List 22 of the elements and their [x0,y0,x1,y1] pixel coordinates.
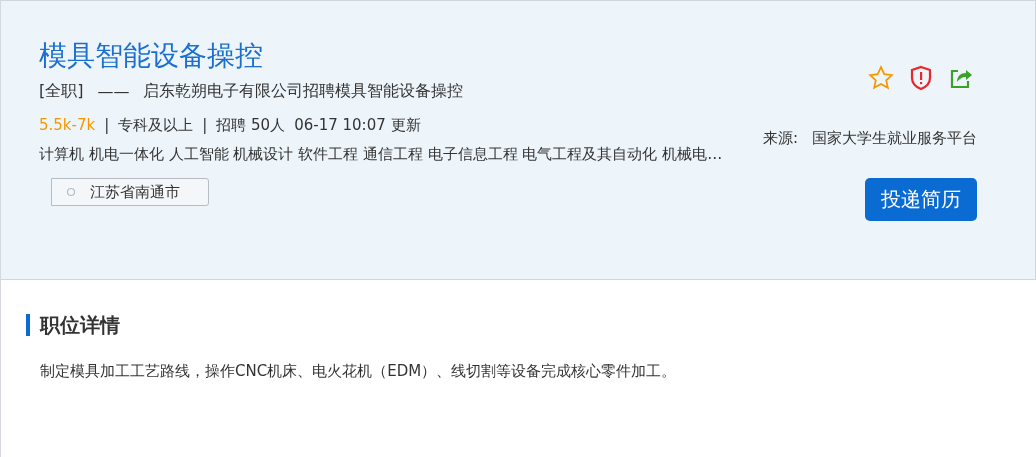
hole-icon [66,187,76,197]
favorite-button[interactable] [868,65,894,91]
section-heading: 职位详情 [26,314,1011,336]
meta-text: 06-17 10:07 更新 [294,116,421,135]
majors-text: 计算机 机电一体化 人工智能 机械设计 软件工程 通信工程 电子信息工程 电气工程及其自动化 机械电… [39,145,723,164]
source-label: 来源: [762,129,798,148]
report-button[interactable] [908,65,934,91]
source-text: 国家大学生就业服务平台 [812,129,977,148]
employment-type: [全职] [39,81,84,102]
shield-alert-icon [909,65,933,91]
job-headline: 启东乾朔电子有限公司招聘模具智能设备操控 [143,81,464,102]
salary-text: 5.5k-7k [39,116,96,135]
separator: | [202,116,208,135]
dash-separator: —— [97,82,130,101]
apply-button[interactable]: 投递简历 [865,178,977,221]
meta-text: 专科及以上 [118,116,194,135]
meta-text: 招聘 50人 [216,116,286,135]
star-icon [868,65,894,91]
job-description: 制定模具加工工艺路线，操作CNC机床、电火花机（EDM）、线切割等设备完成核心零件加工。 [40,362,678,381]
job-title: 模具智能设备操控 [39,38,264,74]
location-text: 江苏省南通市 [90,182,180,202]
separator: | [104,116,110,135]
